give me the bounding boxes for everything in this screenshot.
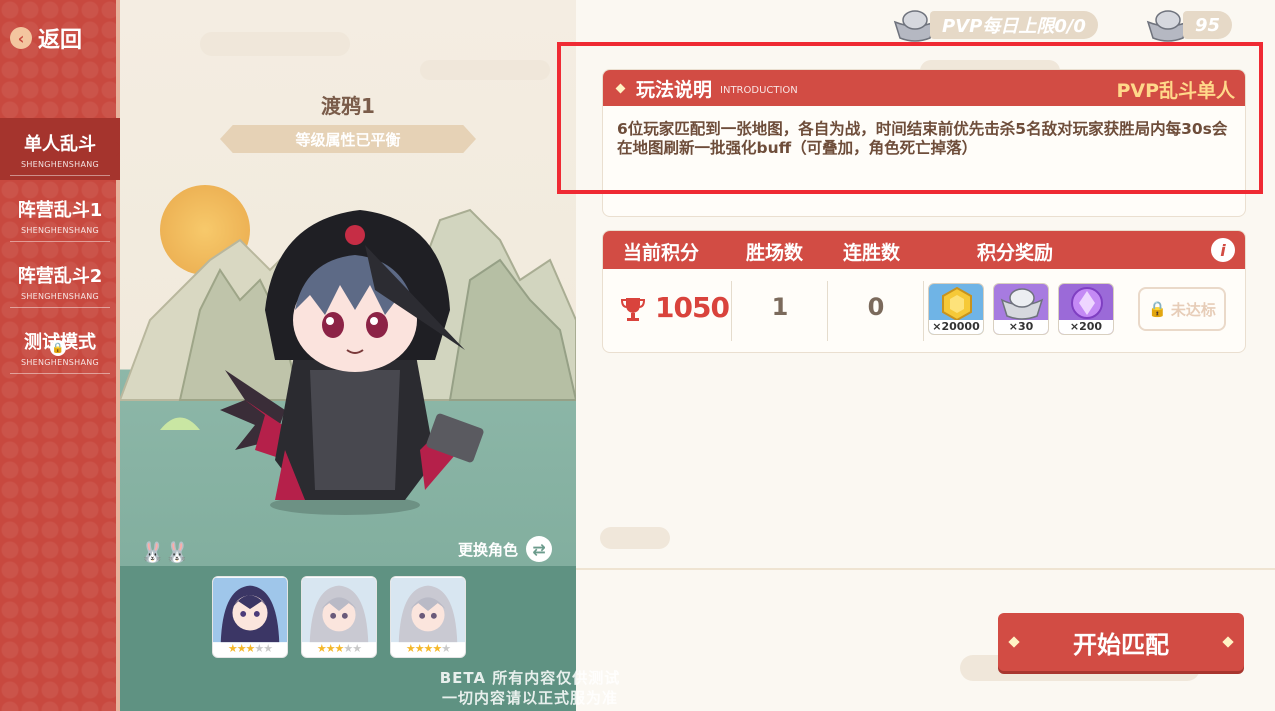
watermark-line: 一切内容请以正式服为准 xyxy=(441,689,618,707)
balance-banner: 等级属性已平衡 xyxy=(220,125,476,153)
mode-sublabel: SHENGHENSHANG xyxy=(20,225,100,235)
star-rating: ★★★★★ xyxy=(405,642,451,655)
mode-divider xyxy=(10,241,110,242)
mode-label: 阵营乱斗2 xyxy=(17,265,103,287)
diamond-icon xyxy=(1008,636,1020,648)
lock-icon: 🔒 xyxy=(50,340,66,356)
score-row: 1050 1 0 ×20000 ×30 ×200 🔒 未达标 xyxy=(603,269,1245,352)
bunny-decoration: 🐰🐰 xyxy=(140,540,190,564)
back-label: 返回 xyxy=(38,28,83,53)
mode-divider xyxy=(10,175,110,176)
start-match-label: 开始匹配 xyxy=(1073,630,1169,659)
character-model[interactable] xyxy=(215,200,495,520)
mode-sublabel: SHENGHENSHANG xyxy=(20,159,100,169)
roster-card[interactable]: ★★★★★ xyxy=(301,576,377,658)
divider-decoration xyxy=(576,568,1275,570)
character-panel: 渡鸦1 等级属性已平衡 🐰🐰 更换角色 ⇄ ★★★★★ ★★★★★ ★★★★★ xyxy=(120,0,576,711)
character-name: 渡鸦1 xyxy=(321,94,375,118)
info-icon[interactable]: i xyxy=(1211,238,1235,262)
rewards-header: 积分奖励 xyxy=(977,242,1054,264)
mode-sublabel: SHENGHENSHANG xyxy=(20,357,100,367)
cloud-decoration xyxy=(200,32,350,56)
star-rating: ★★★★★ xyxy=(316,642,362,655)
switch-character-button[interactable]: 更换角色 ⇄ xyxy=(458,536,553,562)
column-divider xyxy=(731,281,732,341)
character-portrait xyxy=(213,577,287,643)
mode-divider xyxy=(10,307,110,308)
roster-card[interactable]: ★★★★★ xyxy=(212,576,288,658)
roster-card[interactable]: ★★★★★ xyxy=(390,576,466,658)
pvp-limit-counter: PVP每日上限0/0 xyxy=(892,8,1098,42)
highlight-frame xyxy=(557,42,1263,194)
score-header: 当前积分 胜场数 连胜数 积分奖励 i xyxy=(603,231,1245,269)
diamond-icon xyxy=(1222,636,1234,648)
gold-coin-icon xyxy=(942,286,972,322)
character-portrait xyxy=(302,577,376,643)
mode-tab-faction-brawl-1[interactable]: 阵营乱斗1 SHENGHENSHANG xyxy=(0,184,120,246)
mode-label: 阵营乱斗1 xyxy=(17,199,103,221)
reward-claim-button[interactable]: 🔒 未达标 xyxy=(1138,287,1226,331)
cloud-decoration xyxy=(420,60,550,80)
score-card: 当前积分 胜场数 连胜数 积分奖励 i 1050 1 0 ×20000 ×30 … xyxy=(602,230,1246,353)
mode-sublabel: SHENGHENSHANG xyxy=(20,291,100,301)
switch-character-label: 更换角色 xyxy=(458,540,519,559)
swap-icon: ⇄ xyxy=(526,536,553,562)
cloud-decoration xyxy=(600,527,670,549)
mode-label: 单人乱斗 xyxy=(24,133,96,155)
silver-amount: 95 xyxy=(1183,11,1233,39)
streak-header: 连胜数 xyxy=(843,242,901,264)
watermark-line: BETA 所有内容仅供测试 xyxy=(439,669,621,687)
wins-header: 胜场数 xyxy=(746,242,804,264)
column-divider xyxy=(923,281,924,341)
reward-status-label: 未达标 xyxy=(1170,300,1216,319)
current-points: 1050 xyxy=(655,291,730,324)
pvp-limit-text: PVP每日上限0/0 xyxy=(930,11,1098,39)
points-header: 当前积分 xyxy=(623,242,700,264)
mode-divider xyxy=(10,373,110,374)
silver-currency: 95 xyxy=(1145,8,1233,42)
mode-tab-single-brawl[interactable]: 单人乱斗 SHENGHENSHANG xyxy=(0,118,124,180)
chevron-left-icon: ‹ xyxy=(10,27,32,49)
trophy-icon xyxy=(620,298,646,321)
lock-icon: 🔒 xyxy=(1148,300,1167,318)
streak-count: 0 xyxy=(867,293,885,321)
reward-count: ×20000 xyxy=(929,320,983,334)
win-count: 1 xyxy=(771,293,789,321)
start-match-button[interactable]: 开始匹配 xyxy=(998,613,1244,671)
back-button[interactable]: ‹ 返回 xyxy=(10,20,82,56)
reward-item[interactable]: ×20000 xyxy=(928,283,984,335)
reward-item[interactable]: ×200 xyxy=(1058,283,1114,335)
mode-tab-faction-brawl-2[interactable]: 阵营乱斗2 SHENGHENSHANG xyxy=(0,250,120,312)
reward-count: ×30 xyxy=(994,320,1048,334)
silver-ingot-icon xyxy=(1000,288,1044,320)
reward-count: ×200 xyxy=(1059,320,1113,334)
purple-crystal-icon xyxy=(1071,287,1103,319)
character-portrait xyxy=(391,577,465,643)
reward-item[interactable]: ×30 xyxy=(993,283,1049,335)
beta-watermark: BETA 所有内容仅供测试 一切内容请以正式服为准 xyxy=(400,668,660,708)
star-rating: ★★★★★ xyxy=(227,642,273,655)
mode-sidebar: ‹ 返回 单人乱斗 SHENGHENSHANG 阵营乱斗1 SHENGHENSH… xyxy=(0,0,124,711)
column-divider xyxy=(827,281,828,341)
mode-tab-test-mode[interactable]: 测试模式 SHENGHENSHANG 🔒 xyxy=(0,316,120,378)
